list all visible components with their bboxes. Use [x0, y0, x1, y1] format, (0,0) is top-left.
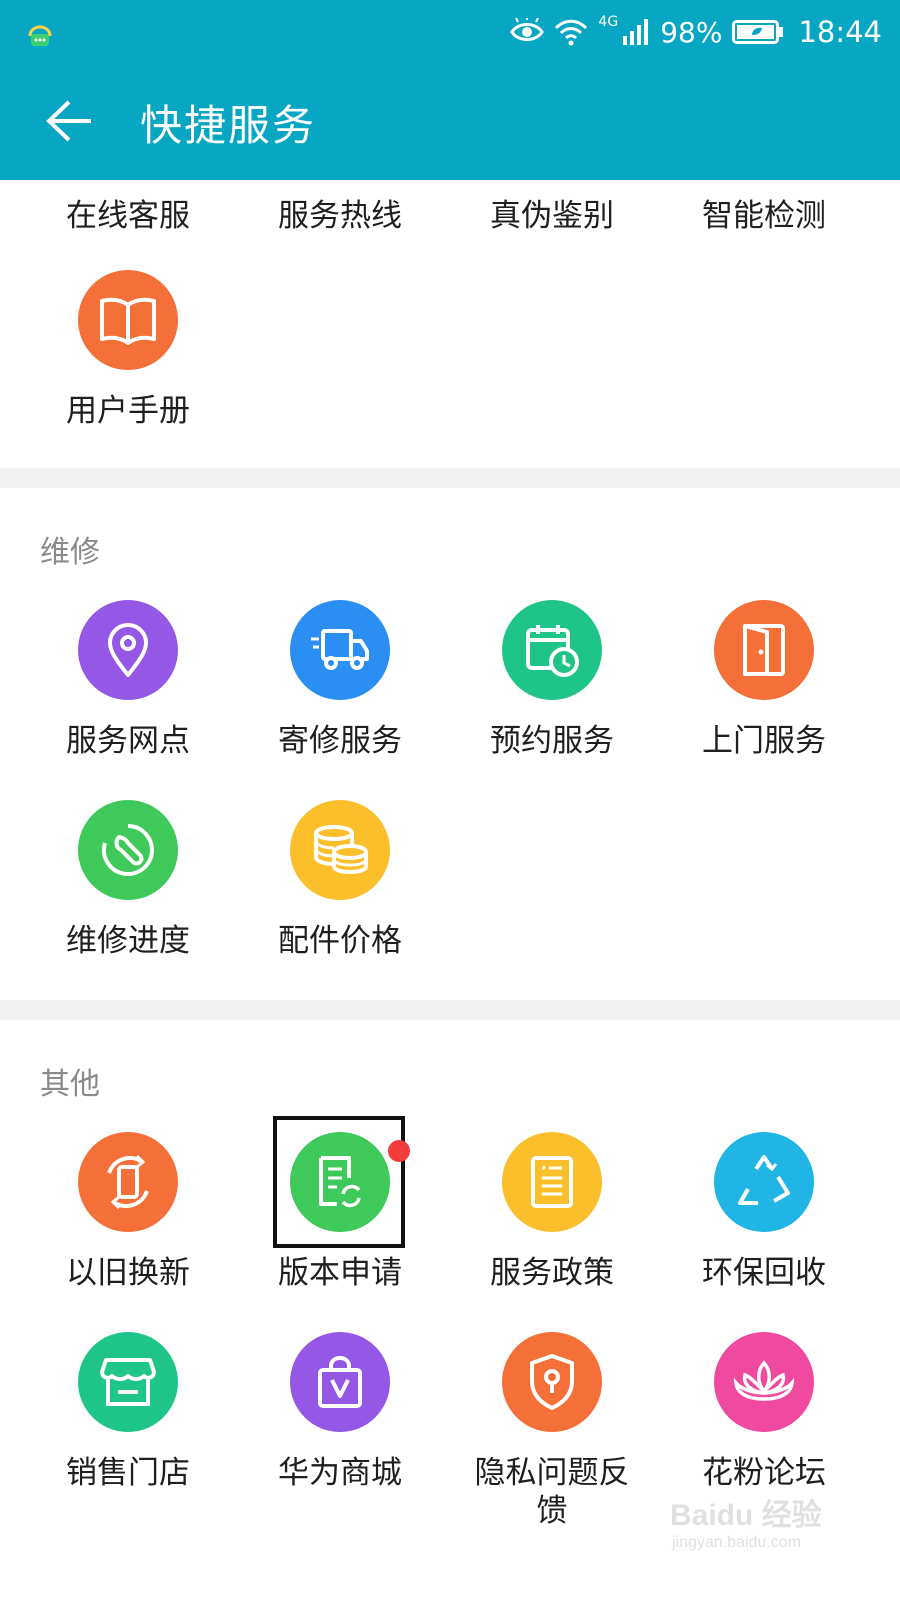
online-service-link[interactable]: 在线客服 [18, 190, 238, 235]
item-label: 服务政策 [490, 1255, 614, 1291]
status-bar: 4G 98% 18:44 [0, 0, 900, 62]
service-outlet-item[interactable]: 服务网点 [18, 600, 238, 800]
door-icon [714, 600, 814, 700]
document-refresh-icon [290, 1132, 390, 1232]
item-label: 环保回收 [702, 1255, 826, 1291]
shopping-bag-icon [290, 1332, 390, 1432]
repair-progress-item[interactable]: 维修进度 [18, 800, 238, 1000]
battery-percent: 98% [660, 15, 723, 49]
truck-icon [290, 600, 390, 700]
onsite-service-item[interactable]: 上门服务 [654, 600, 874, 800]
section-title-other: 其他 [40, 1067, 100, 1102]
privacy-feedback-item[interactable]: 隐私问题反馈 [442, 1332, 662, 1532]
item-label: 上门服务 [702, 723, 826, 759]
policy-document-icon [502, 1132, 602, 1232]
watermark-url: jingyan.baidu.com [672, 1534, 801, 1551]
section-divider [0, 1000, 900, 1020]
arrow-left-icon [46, 100, 91, 142]
retail-store-item[interactable]: 销售门店 [18, 1332, 238, 1532]
item-label: 以旧换新 [66, 1255, 190, 1291]
service-policy-item[interactable]: 服务政策 [442, 1132, 662, 1332]
signal-icon [623, 19, 649, 45]
service-hotline-link[interactable]: 服务热线 [230, 190, 450, 235]
store-icon [78, 1332, 178, 1432]
lotus-icon [714, 1332, 814, 1432]
appointment-item[interactable]: 预约服务 [442, 600, 662, 800]
mail-repair-item[interactable]: 寄修服务 [230, 600, 450, 800]
location-pin-icon [78, 600, 178, 700]
recycle-icon [714, 1132, 814, 1232]
user-manual-item[interactable]: 用户手册 [18, 270, 238, 470]
calendar-clock-icon [502, 600, 602, 700]
item-label: 寄修服务 [278, 723, 402, 759]
back-button[interactable] [36, 88, 102, 154]
phone-exchange-icon [78, 1132, 178, 1232]
notification-badge [388, 1140, 410, 1162]
section-divider [0, 468, 900, 488]
section-title-repair: 维修 [40, 535, 100, 570]
notification-icon [22, 14, 58, 50]
vmall-item[interactable]: 华为商城 [230, 1332, 450, 1532]
watermark-brand: Baidu 经验 [670, 1499, 822, 1532]
parts-price-item[interactable]: 配件价格 [230, 800, 450, 1000]
trade-in-item[interactable]: 以旧换新 [18, 1132, 238, 1332]
item-label: 维修进度 [66, 923, 190, 959]
app-bar: 快捷服务 [0, 62, 900, 180]
item-label: 配件价格 [278, 923, 402, 959]
item-label: 版本申请 [278, 1255, 402, 1291]
item-label: 华为商城 [278, 1455, 402, 1491]
authenticity-check-link[interactable]: 真伪鉴别 [442, 190, 662, 235]
clock: 18:44 [798, 15, 882, 49]
wrench-icon [78, 800, 178, 900]
top-row: 在线客服 服务热线 真伪鉴别 智能检测 [0, 190, 900, 234]
watermark: Baidu 经验 jingyan.baidu.com [670, 1490, 840, 1560]
item-label: 预约服务 [490, 723, 614, 759]
item-label: 销售门店 [66, 1455, 190, 1491]
version-apply-item[interactable]: 版本申请 [230, 1132, 450, 1332]
item-label: 服务网点 [66, 723, 190, 759]
smart-detect-link[interactable]: 智能检测 [654, 190, 874, 235]
privacy-shield-icon [502, 1332, 602, 1432]
item-label: 隐私问题反馈 [474, 1455, 630, 1529]
eye-icon [510, 18, 545, 41]
network-type: 4G [598, 14, 619, 30]
item-label: 花粉论坛 [702, 1455, 826, 1491]
battery-icon [732, 20, 784, 44]
page-title: 快捷服务 [140, 101, 317, 150]
item-label: 用户手册 [66, 393, 190, 429]
recycle-item[interactable]: 环保回收 [654, 1132, 874, 1332]
coins-icon [290, 800, 390, 900]
wifi-icon [555, 19, 588, 46]
book-icon [78, 270, 178, 370]
